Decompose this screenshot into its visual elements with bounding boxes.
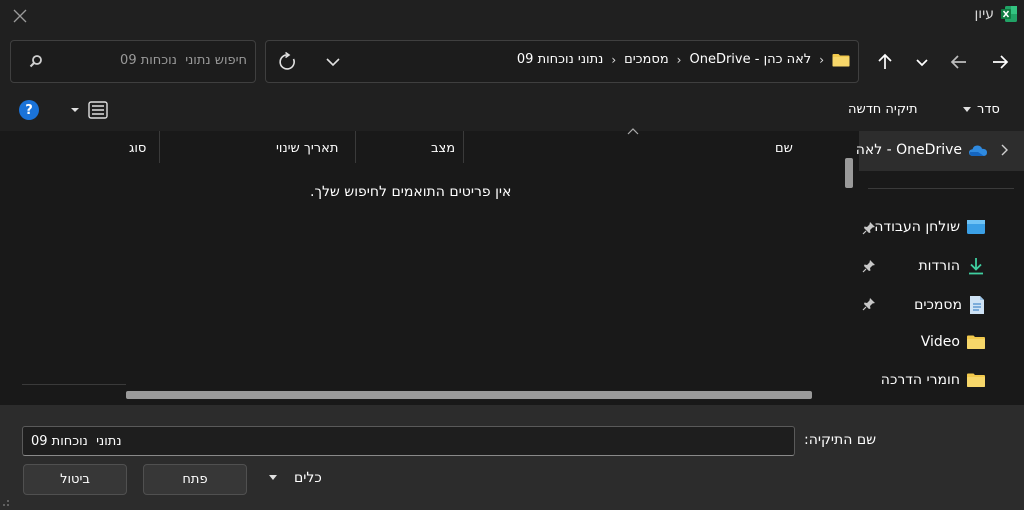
nav-item-downloads[interactable]: הורדות xyxy=(918,257,986,275)
new-folder-button[interactable]: תיקיה חדשה xyxy=(848,102,918,117)
desktop-icon xyxy=(966,219,986,235)
download-icon xyxy=(966,257,986,275)
nav-item-label: חומרי הדרכה xyxy=(880,372,960,388)
nav-item-documents[interactable]: מסמכים xyxy=(914,295,986,315)
nav-item-video[interactable]: Video xyxy=(921,334,986,350)
breadcrumb-item-folder[interactable]: נתוני נוכחות 09 xyxy=(517,52,603,67)
scroll-track xyxy=(22,384,126,385)
nav-item-onedrive[interactable]: OneDrive - לאה xyxy=(856,131,1024,171)
nav-divider xyxy=(868,188,1014,189)
details-view-icon xyxy=(88,101,108,119)
folder-icon xyxy=(966,372,986,388)
onedrive-cloud-icon xyxy=(968,144,988,157)
column-header-name[interactable]: שם xyxy=(775,141,793,156)
nav-item-label: שולחן העבודה xyxy=(874,219,960,235)
nav-item-label: OneDrive - לאה xyxy=(855,142,962,158)
folder-icon xyxy=(832,53,850,67)
organize-button[interactable]: סדר xyxy=(963,102,1000,117)
open-button[interactable]: פתח xyxy=(143,464,247,495)
address-history-chevron-down-icon[interactable] xyxy=(321,52,345,72)
chevron-right-icon[interactable] xyxy=(1000,144,1008,156)
resize-grip-icon[interactable] xyxy=(2,499,10,507)
horizontal-scrollbar[interactable] xyxy=(126,391,812,399)
breadcrumb-item-onedrive[interactable]: OneDrive - לאה כהן xyxy=(689,52,811,67)
column-divider[interactable] xyxy=(159,131,160,163)
empty-results-message: אין פריטים התואמים לחיפוש שלך. xyxy=(310,184,512,200)
caret-down-icon xyxy=(963,107,971,112)
caret-down-icon xyxy=(71,108,79,112)
breadcrumb-item-documents[interactable]: מסמכים xyxy=(624,52,669,67)
file-list[interactable] xyxy=(0,131,838,405)
up-arrow-icon[interactable] xyxy=(870,47,900,77)
breadcrumb-separator: › xyxy=(676,52,682,67)
folder-name-field[interactable] xyxy=(22,426,795,456)
folder-icon xyxy=(966,334,986,350)
excel-icon xyxy=(1000,5,1018,23)
breadcrumb-separator: › xyxy=(611,52,617,67)
search-input[interactable] xyxy=(47,53,247,68)
help-icon[interactable]: ? xyxy=(19,100,39,120)
recent-locations-chevron-down-icon[interactable] xyxy=(907,47,937,77)
title-bar xyxy=(0,0,1024,32)
window-title: עיון xyxy=(974,6,994,22)
documents-icon xyxy=(968,295,986,315)
close-icon[interactable] xyxy=(8,4,32,28)
nav-item-training-materials[interactable]: חומרי הדרכה xyxy=(881,372,986,388)
nav-item-onedrive-content: OneDrive - לאה xyxy=(856,142,988,158)
column-header-modified[interactable]: תאריך שינוי xyxy=(276,141,338,156)
nav-item-label: מסמכים xyxy=(914,297,962,313)
refresh-icon[interactable] xyxy=(276,50,300,74)
forward-arrow-icon[interactable] xyxy=(985,47,1015,77)
column-header-status[interactable]: מצב xyxy=(431,141,455,156)
column-header-type[interactable]: סוג xyxy=(129,141,146,156)
tools-dropdown[interactable]: כלים xyxy=(268,470,322,486)
nav-item-label: הורדות xyxy=(918,258,960,274)
vertical-scrollbar[interactable] xyxy=(845,158,853,188)
column-divider[interactable] xyxy=(463,131,464,163)
sort-ascending-icon xyxy=(627,128,639,135)
nav-item-label: Video xyxy=(920,334,960,350)
column-divider[interactable] xyxy=(355,131,356,163)
back-arrow-icon[interactable] xyxy=(944,47,974,77)
pin-icon[interactable] xyxy=(862,259,876,273)
nav-item-desktop[interactable]: שולחן העבודה xyxy=(874,219,986,235)
search-icon[interactable] xyxy=(29,54,43,68)
cancel-button[interactable]: ביטול xyxy=(23,464,127,495)
search-box[interactable] xyxy=(10,40,256,83)
folder-name-label: שם התיקיה: xyxy=(804,432,877,448)
breadcrumb: › OneDrive - לאה כהן › מסמכים › נתוני נו… xyxy=(517,52,850,67)
breadcrumb-separator: › xyxy=(819,52,824,67)
organize-label: סדר xyxy=(977,102,1000,117)
caret-down-icon xyxy=(269,475,277,480)
address-bar[interactable]: › OneDrive - לאה כהן › מסמכים › נתוני נו… xyxy=(265,40,859,83)
pin-icon[interactable] xyxy=(862,297,876,311)
view-options-button[interactable] xyxy=(70,100,115,120)
tools-label: כלים xyxy=(294,470,322,486)
